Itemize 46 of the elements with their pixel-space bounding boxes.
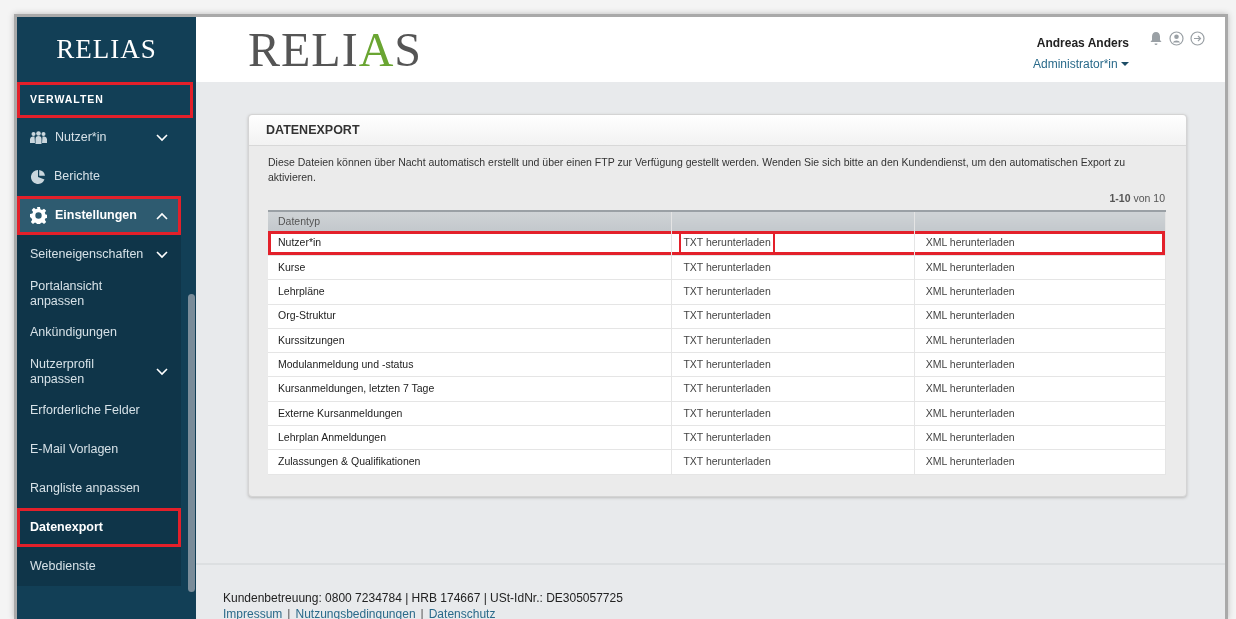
sidebar-logo: RELIAS [55, 33, 158, 66]
chevron-up-icon [156, 211, 168, 220]
table-cell: Lehrplan Anmeldungen [268, 425, 672, 450]
user-name: Andreas Anders [1035, 35, 1129, 53]
sidebar-item[interactable]: E-Mail Vorlagen [17, 430, 181, 469]
column-header: Datentyp [268, 211, 672, 232]
section-heading: VERWALTEN [17, 82, 193, 118]
table-cell: Org-Struktur [268, 304, 672, 329]
download-link[interactable]: TXT herunterladen [679, 232, 775, 254]
gear-icon [30, 207, 47, 224]
logo: RELIAS [248, 21, 423, 78]
table-cell: Kurssitzungen [268, 328, 672, 353]
chevron-down-icon [156, 367, 168, 376]
logout-icon[interactable] [1190, 31, 1205, 46]
caret-icon [1121, 61, 1129, 68]
sidebar-item[interactable]: Webdienste [17, 547, 181, 586]
table-cell: Externe Kursanmeldungen [268, 401, 672, 426]
sidebar-item[interactable]: Erforderliche Felder [17, 391, 181, 430]
scrollbar[interactable] [188, 294, 195, 592]
table-cell: Kurse [268, 255, 672, 280]
sidebar-item[interactable]: Seiteneigenschaften [17, 235, 181, 274]
pagination-info: 1-10 von 10 [1108, 191, 1166, 207]
user-icon[interactable] [1169, 31, 1184, 46]
table-cell: Zulassungen & Qualifikationen [268, 449, 672, 475]
description: Diese Dateien können über Nacht automatisch erstellt und über einen FTP zur Verfügung gestellt werden. Wenden Sie sich bitte an den Kundendienst, um den automatischen Export zu aktivieren. [267, 155, 1127, 186]
table-cell: Modulanmeldung und -status [268, 352, 672, 377]
table-cell: Nutzer*in [268, 231, 672, 256]
sidebar-item[interactable]: Nutzerprofil anpassen [17, 352, 181, 391]
chevron-down-icon [156, 250, 168, 259]
sidebar-item[interactable]: Berichte [17, 157, 181, 196]
sidebar-item[interactable]: Nutzer*in [17, 118, 181, 157]
sidebar-item[interactable]: Portalansicht anpassen [17, 274, 181, 313]
sidebar-item[interactable]: Ankündigungen [17, 313, 181, 352]
footer-info: Kundenbetreuung: 0800 7234784 | HRB 174667 | USt-IdNr.: DE305057725 [223, 591, 624, 607]
pie-chart-icon [30, 168, 46, 185]
card-title: DATENEXPORT [249, 115, 1186, 146]
sidebar-item[interactable]: Datenexport [17, 508, 181, 547]
table-cell: Lehrpläne [268, 279, 672, 305]
footer-link[interactable]: Datenschutz [428, 606, 496, 619]
chevron-down-icon [156, 133, 168, 142]
bell-icon[interactable] [1149, 31, 1163, 46]
sidebar-item[interactable]: Einstellungen [17, 196, 181, 235]
table-cell: Kursanmeldungen, letzten 7 Tage [268, 376, 672, 402]
people-icon [30, 131, 47, 144]
sidebar-item[interactable]: Rangliste anpassen [17, 469, 181, 508]
role-dropdown[interactable]: Administrator*in [1032, 53, 1129, 74]
